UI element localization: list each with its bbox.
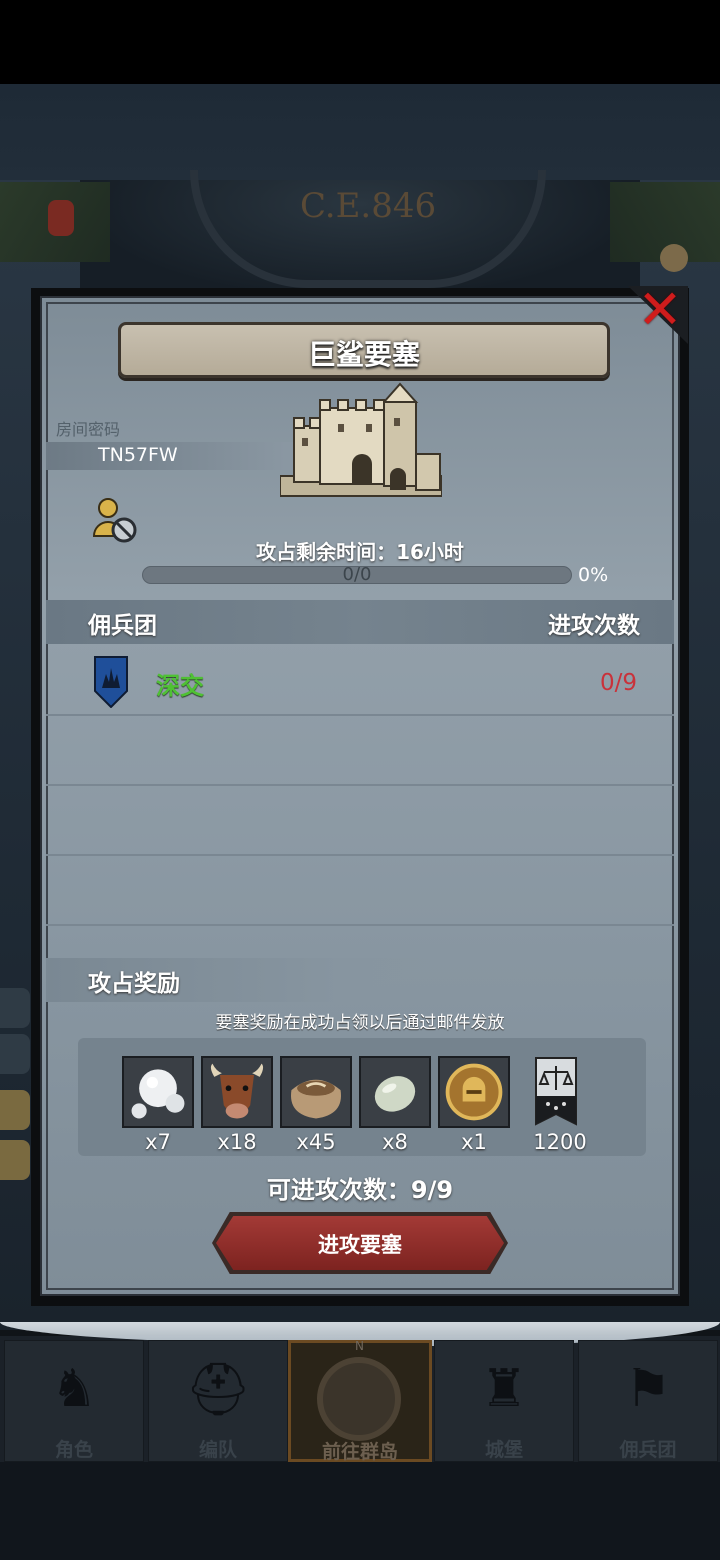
- nav-item-character[interactable]: ♞ 角色: [4, 1340, 144, 1462]
- capture-progress-text: 0/0: [342, 564, 372, 585]
- ornament-berry: [48, 200, 74, 236]
- reward-slot-medal[interactable]: [438, 1056, 510, 1128]
- castle-icon: ♜: [480, 1359, 528, 1419]
- dialog-title: 巨鲨要塞: [307, 338, 420, 371]
- nav-item-label: 编队: [198, 1439, 237, 1461]
- header-mercenary: 佣兵团: [88, 613, 157, 639]
- nav-item-formation[interactable]: ⛑ 编队: [148, 1340, 288, 1462]
- status-bar: [0, 0, 720, 84]
- ornament-bell: [660, 244, 688, 272]
- close-icon[interactable]: ✕: [632, 282, 688, 338]
- nav-item-mercenary[interactable]: ⚑ 佣兵团: [578, 1340, 718, 1462]
- reward-slot-gem[interactable]: [359, 1056, 431, 1128]
- rewards-title: 攻占奖励: [88, 971, 180, 997]
- reward-slot-banner[interactable]: [520, 1056, 592, 1128]
- nav-item-label: 角色: [54, 1439, 93, 1461]
- cow-icon: [203, 1058, 271, 1126]
- remaining-time: 攻占剩余时间：16小时: [256, 540, 464, 564]
- pearl-icon: [124, 1058, 192, 1126]
- nav-item-label: 佣兵团: [619, 1439, 677, 1461]
- knight-medal-icon: [440, 1058, 508, 1126]
- reward-count: x1: [461, 1130, 487, 1154]
- available-attacks: 可进攻次数：9/9: [266, 1176, 454, 1204]
- justice-banner-icon: [535, 1057, 577, 1126]
- table-row: [46, 788, 674, 856]
- guild-attack-count: 0/9: [600, 670, 638, 696]
- bottom-area: [0, 1462, 720, 1560]
- room-password-value: TN57FW: [98, 444, 178, 466]
- guild-name: 深交: [156, 672, 204, 700]
- header-attack-count: 进攻次数: [548, 613, 640, 639]
- table-row: [46, 858, 674, 926]
- helmet-icon: ⛑: [184, 1360, 252, 1420]
- compass-icon: [317, 1357, 401, 1441]
- rewards-note: 要塞奖励在成功占领以后通过邮件发放: [215, 1013, 505, 1033]
- gemstone-icon: [361, 1058, 429, 1126]
- room-password-label: 房间密码: [56, 420, 121, 439]
- nav-item-label: 城堡: [484, 1439, 523, 1461]
- side-button-3[interactable]: [0, 1090, 30, 1130]
- side-button-2[interactable]: [0, 1034, 30, 1074]
- knight-icon: ♞: [50, 1359, 98, 1419]
- compass-north-mark: N: [355, 1339, 364, 1353]
- nav-item-label: 前往群岛: [321, 1441, 398, 1463]
- reward-count: x8: [382, 1130, 408, 1154]
- attack-fortress-label[interactable]: 进攻要塞: [216, 1229, 504, 1259]
- calendar-era-text: C.E.846: [300, 186, 437, 226]
- reward-slot-grain[interactable]: [280, 1056, 352, 1128]
- reward-count: x7: [145, 1130, 171, 1154]
- title-plate: 巨鲨要塞: [118, 322, 610, 378]
- reward-count: x18: [217, 1130, 257, 1154]
- flag-icon: ⚑: [624, 1359, 672, 1419]
- reward-count: x45: [296, 1130, 336, 1154]
- reward-slot-pearl[interactable]: [122, 1056, 194, 1128]
- table-row: [46, 718, 674, 786]
- background-band: [0, 84, 720, 184]
- nav-item-castle[interactable]: ♜ 城堡: [434, 1340, 574, 1462]
- fortress-icon: [280, 382, 442, 497]
- table-row[interactable]: [46, 648, 674, 716]
- reward-count: 1200: [533, 1130, 587, 1154]
- nav-item-islands[interactable]: N 前往群岛: [288, 1339, 432, 1463]
- grain-sack-icon: [282, 1058, 350, 1126]
- capture-progress-percent: 0%: [578, 564, 609, 586]
- guild-shield-icon: [94, 656, 128, 708]
- reward-slot-cow[interactable]: [201, 1056, 273, 1128]
